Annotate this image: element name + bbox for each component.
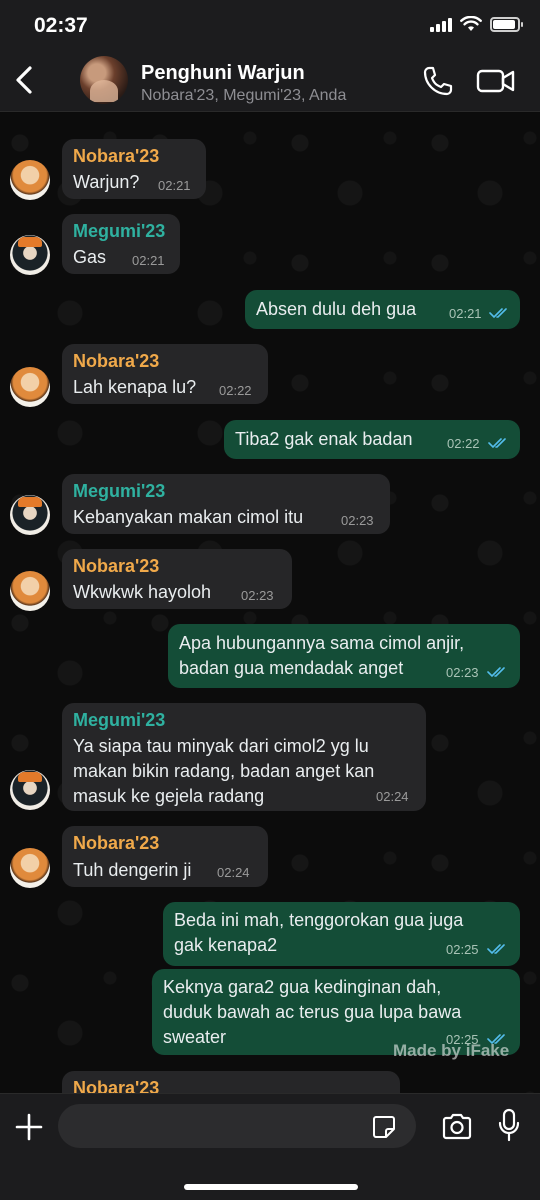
message-sender: Nobara'23 <box>73 351 160 371</box>
message-time: 02:23 <box>241 588 274 603</box>
message-sender: Nobara'23 <box>73 146 160 166</box>
message-sender: Megumi'23 <box>73 481 166 501</box>
message-time: 02:21 <box>449 306 482 321</box>
sender-avatar[interactable] <box>10 495 50 535</box>
group-avatar[interactable] <box>80 56 128 104</box>
sticker-icon[interactable] <box>372 1115 396 1139</box>
message-sender: Megumi'23 <box>73 221 166 241</box>
message-time: 02:22 <box>447 436 480 451</box>
message-time: 02:24 <box>376 789 409 804</box>
message-text: Absen dulu deh gua <box>256 299 417 319</box>
chat-title[interactable]: Penghuni Warjun <box>141 62 305 85</box>
message-text: Kebanyakan makan cimol itu <box>73 507 304 527</box>
video-camera-icon[interactable] <box>476 66 516 96</box>
message-text: Apa hubungannya sama cimol anjir, badan … <box>179 633 465 678</box>
camera-icon[interactable] <box>441 1112 473 1140</box>
wifi-icon <box>460 16 482 31</box>
read-receipt-icon <box>488 438 506 449</box>
message-text: Lah kenapa lu? <box>73 377 197 397</box>
read-receipt-icon <box>487 667 505 678</box>
plus-icon[interactable] <box>14 1112 44 1142</box>
message-text: Wkwkwk hayoloh <box>73 582 212 602</box>
message-bubble[interactable]: Megumi'23 Ya siapa tau minyak dari cimol… <box>62 703 426 811</box>
status-bar: 02:37 <box>0 0 540 50</box>
phone-icon[interactable] <box>420 64 454 98</box>
sender-avatar[interactable] <box>10 770 50 810</box>
message-time: 02:25 <box>446 942 479 957</box>
message-bubble[interactable]: Nobara'23 Tuh dengerin ji 02:24 <box>62 826 268 887</box>
message-bubble[interactable]: Nobara'23 Lah kenapa lu? 02:22 <box>62 344 268 404</box>
chat-header: Penghuni Warjun Nobara'23, Megumi'23, An… <box>0 50 540 112</box>
message-time: 02:24 <box>217 865 250 880</box>
chat-members[interactable]: Nobara'23, Megumi'23, Anda <box>141 87 346 105</box>
message-list[interactable]: Nobara'23 Warjun? 02:21 Megumi'23 Gas 02… <box>0 113 540 1093</box>
read-receipt-icon <box>489 308 507 319</box>
microphone-icon[interactable] <box>498 1108 520 1142</box>
message-bubble[interactable]: Apa hubungannya sama cimol anjir, badan … <box>168 624 520 688</box>
message-sender: Nobara'23 <box>73 1078 160 1093</box>
message-text: Ya siapa tau minyak dari cimol2 yg lu ma… <box>73 736 375 806</box>
message-time: 02:23 <box>341 513 374 528</box>
message-time: 02:21 <box>158 178 191 193</box>
sender-avatar[interactable] <box>10 367 50 407</box>
message-bubble[interactable]: Nobara'23 <box>62 1071 400 1093</box>
back-chevron-icon[interactable] <box>10 62 40 98</box>
status-time: 02:37 <box>34 14 88 37</box>
message-bubble[interactable]: Nobara'23 Wkwkwk hayoloh 02:23 <box>62 549 292 609</box>
battery-icon <box>490 16 523 32</box>
message-sender: Nobara'23 <box>73 833 160 853</box>
message-sender: Megumi'23 <box>73 710 166 730</box>
message-text: Gas <box>73 247 107 267</box>
message-bubble[interactable]: Absen dulu deh gua 02:21 <box>245 290 520 329</box>
message-time: 02:23 <box>446 665 479 680</box>
message-time: 02:21 <box>132 253 165 268</box>
sender-avatar[interactable] <box>10 848 50 888</box>
message-bubble[interactable]: Megumi'23 Kebanyakan makan cimol itu 02:… <box>62 474 390 534</box>
message-text: Beda ini mah, tenggorokan gua juga gak k… <box>174 910 464 955</box>
watermark: Made by iFake <box>393 1041 510 1060</box>
message-text: Warjun? <box>73 172 140 192</box>
message-text: Keknya gara2 gua kedinginan dah, duduk b… <box>163 977 462 1047</box>
status-icons <box>430 16 523 32</box>
message-bubble[interactable]: Megumi'23 Gas 02:21 <box>62 214 180 274</box>
message-bubble[interactable]: Beda ini mah, tenggorokan gua juga gak k… <box>163 902 520 966</box>
message-time: 02:22 <box>219 383 252 398</box>
read-receipt-icon <box>487 944 505 955</box>
battery-level <box>493 19 515 29</box>
message-bubble[interactable]: Tiba2 gak enak badan 02:22 <box>224 420 520 459</box>
sender-avatar[interactable] <box>10 571 50 611</box>
message-bubble[interactable]: Nobara'23 Warjun? 02:21 <box>62 139 206 199</box>
message-text: Tuh dengerin ji <box>73 860 192 880</box>
message-text: Tiba2 gak enak badan <box>235 429 413 449</box>
cellular-signal-icon <box>430 17 452 32</box>
message-input[interactable] <box>58 1104 416 1148</box>
sender-avatar[interactable] <box>10 235 50 275</box>
message-composer <box>0 1093 540 1200</box>
message-sender: Nobara'23 <box>73 556 160 576</box>
sender-avatar[interactable] <box>10 160 50 200</box>
home-indicator[interactable] <box>184 1184 358 1190</box>
